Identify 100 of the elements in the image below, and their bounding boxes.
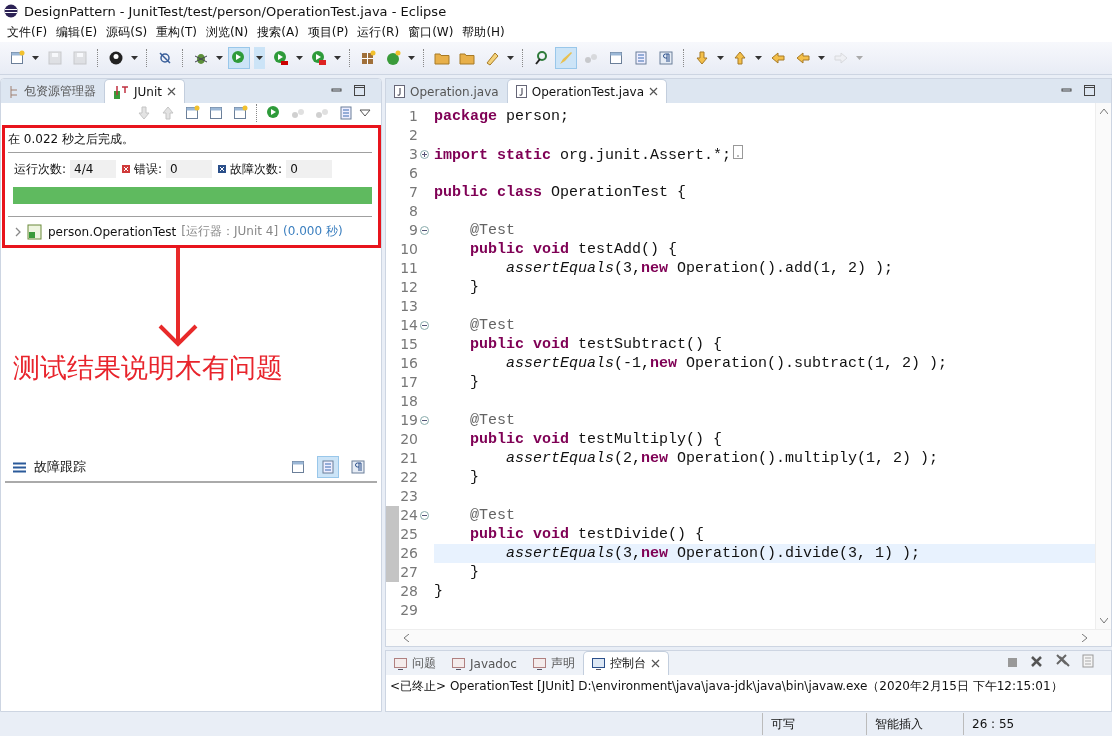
view-tab[interactable]: 包资源管理器 xyxy=(1,80,104,103)
line-number: 25 xyxy=(399,525,418,544)
scroll-up-icon[interactable] xyxy=(1099,109,1108,114)
remove-icon[interactable] xyxy=(1030,655,1043,668)
new-file-icon xyxy=(232,105,248,121)
stop-icon[interactable] xyxy=(1007,657,1018,668)
close-icon[interactable] xyxy=(649,87,658,96)
arrow-up-icon xyxy=(160,105,176,121)
code-line: } xyxy=(469,278,480,297)
collapse-icon[interactable] xyxy=(419,226,429,235)
menu-item[interactable]: 文件(F) xyxy=(4,23,54,41)
arrow-up-icon xyxy=(732,50,748,66)
code-line: public void testAdd() { xyxy=(469,240,679,259)
package-tree-icon xyxy=(9,85,19,98)
code-line: package person; xyxy=(434,107,571,126)
error-icon xyxy=(122,165,131,173)
editor-tab[interactable]: Operation.java xyxy=(386,80,507,103)
code-line: @Test xyxy=(469,316,516,335)
view-tab[interactable]: JUnit xyxy=(104,79,185,103)
document-icon xyxy=(208,105,224,121)
expand-icon[interactable] xyxy=(419,150,429,159)
arrow-right-icon xyxy=(833,50,849,66)
horizontal-scrollbar[interactable] xyxy=(386,629,1111,646)
dropdown-arrow-icon[interactable] xyxy=(507,56,514,60)
view-icon xyxy=(591,657,605,670)
scroll-right-icon[interactable] xyxy=(1082,634,1087,642)
line-number: 1 xyxy=(408,107,418,126)
line-number: 7 xyxy=(408,183,418,202)
scroll-down-icon[interactable] xyxy=(1099,618,1108,623)
counter-value: 0 xyxy=(166,160,213,178)
line-number: 29 xyxy=(399,601,418,620)
line-number: 18 xyxy=(399,392,418,411)
view-tab[interactable]: 控制台 xyxy=(582,651,669,675)
collapse-icon[interactable] xyxy=(419,321,429,330)
maximize-icon[interactable] xyxy=(354,85,365,96)
list-icon xyxy=(633,50,649,66)
test-class-icon xyxy=(27,223,43,240)
collapse-icon[interactable] xyxy=(419,511,429,520)
menu-item[interactable]: 编辑(E) xyxy=(53,23,104,41)
line-number: 6 xyxy=(408,164,418,183)
vertical-scrollbar[interactable] xyxy=(1095,103,1111,629)
menu-item[interactable]: 帮助(H) xyxy=(459,23,511,41)
menu-item[interactable]: 窗口(W) xyxy=(405,23,460,41)
remove-all-icon[interactable] xyxy=(1055,653,1070,668)
view-menu-icon[interactable] xyxy=(359,109,371,117)
test-class-name[interactable]: person.OperationTest xyxy=(48,224,177,239)
view-tab[interactable]: 声明 xyxy=(524,652,583,675)
view-icon xyxy=(394,657,407,670)
line-number: 10 xyxy=(399,240,418,259)
menu-item[interactable]: 浏览(N) xyxy=(202,23,255,41)
collapse-icon[interactable] xyxy=(419,416,429,425)
line-number: 15 xyxy=(399,335,418,354)
line-number: 14 xyxy=(399,316,418,335)
editor-tab[interactable]: OperationTest.java xyxy=(506,79,667,103)
code-line: } xyxy=(469,468,480,487)
status-field: 智能插入 xyxy=(866,713,963,735)
dropdown-arrow-icon[interactable] xyxy=(216,56,223,60)
view-tab[interactable]: Javadoc xyxy=(444,652,525,675)
close-icon[interactable] xyxy=(650,659,660,668)
dropdown-arrow-icon[interactable] xyxy=(296,56,303,60)
close-icon[interactable] xyxy=(166,87,176,96)
counter-label: 运行次数: xyxy=(14,160,67,178)
code-line: public void testSubtract() { xyxy=(469,335,724,354)
new-file-icon xyxy=(184,105,200,121)
pilcrow-icon xyxy=(658,50,674,66)
maximize-icon[interactable] xyxy=(1084,85,1095,96)
line-number: 8 xyxy=(408,202,418,221)
line-number: 11 xyxy=(399,259,418,278)
scroll-left-icon[interactable] xyxy=(404,634,409,642)
runner-text: [运行器：JUnit 4] xyxy=(181,223,279,240)
code-line: public void testDivide() { xyxy=(469,525,706,544)
folded-code-icon[interactable] xyxy=(733,145,744,159)
dropdown-arrow-icon[interactable] xyxy=(755,56,762,60)
menu-item[interactable]: 项目(P) xyxy=(304,23,355,41)
pilcrow-icon xyxy=(350,459,366,475)
menu-item[interactable]: 源码(S) xyxy=(103,23,154,41)
dropdown-arrow-icon[interactable] xyxy=(334,56,341,60)
dropdown-arrow-icon[interactable] xyxy=(408,56,415,60)
dropdown-arrow-icon[interactable] xyxy=(131,56,138,60)
time-text: (0.000 秒) xyxy=(283,223,343,240)
line-number: 22 xyxy=(399,468,418,487)
code-line: @Test xyxy=(469,221,516,240)
slashed-circle-icon xyxy=(157,50,173,66)
counter-label: 故障次数: xyxy=(230,160,283,178)
code-line: public void testMultiply() { xyxy=(469,430,724,449)
line-number: 21 xyxy=(399,449,418,468)
menu-item[interactable]: 重构(T) xyxy=(153,23,203,41)
line-number: 19 xyxy=(399,411,418,430)
view-tab[interactable]: 问题 xyxy=(386,652,444,675)
menu-item[interactable]: 运行(R) xyxy=(354,23,406,41)
save-icon xyxy=(47,50,63,66)
folder-icon xyxy=(459,50,475,66)
folder-icon xyxy=(434,50,450,66)
line-number: 26 xyxy=(399,544,418,563)
dropdown-arrow-icon[interactable] xyxy=(717,56,724,60)
menu-item[interactable]: 搜索(A) xyxy=(254,23,305,41)
dropdown-arrow-icon[interactable] xyxy=(818,56,825,60)
dropdown-arrow-icon[interactable] xyxy=(32,56,39,60)
search-icon xyxy=(533,50,549,66)
save-all-icon xyxy=(72,50,88,66)
